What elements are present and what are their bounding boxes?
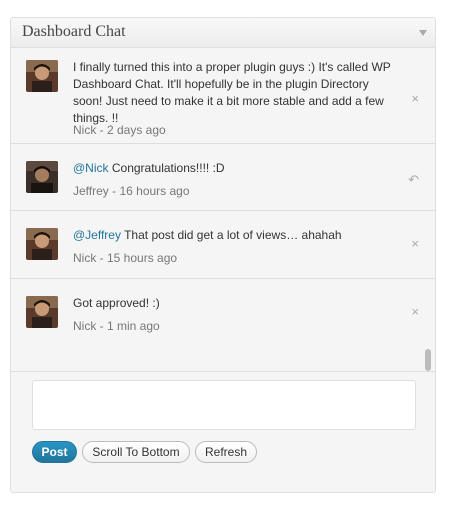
chat-message: @Jeffrey That post did get a lot of view… [11,211,435,279]
message-body: Congratulations!!!! :D [108,161,225,175]
message-text: @Jeffrey That post did get a lot of view… [73,227,393,244]
post-button[interactable]: Post [32,441,77,463]
message-meta: Nick - 15 hours ago [73,251,178,265]
message-mention-link[interactable]: @Jeffrey [73,228,121,242]
avatar [26,60,58,92]
dashboard-chat-widget: Dashboard Chat I finally turned this int… [10,17,436,493]
scroll-to-bottom-button[interactable]: Scroll To Bottom [82,441,190,463]
message-meta: Nick - 2 days ago [73,123,166,137]
message-body: That post did get a lot of views… ahahah [120,228,342,242]
message-body: Got approved! :) [73,296,160,310]
message-mention-link[interactable]: @Nick [73,161,109,175]
chat-message-input[interactable] [32,380,416,430]
delete-icon[interactable]: × [411,304,419,319]
message-text: @Nick Congratulations!!!! :D [73,160,393,177]
widget-header[interactable]: Dashboard Chat [11,18,435,48]
widget-title: Dashboard Chat [22,23,126,40]
delete-icon[interactable]: × [411,236,419,251]
chat-message: Got approved! :) Nick - 1 min ago × [11,279,435,371]
message-text: Got approved! :) [73,295,393,312]
message-text: I finally turned this into a proper plug… [73,59,393,127]
avatar [26,161,58,193]
refresh-button[interactable]: Refresh [195,441,257,463]
reply-icon[interactable]: ↶ [408,172,419,188]
delete-icon[interactable]: × [411,91,419,106]
chat-message: @Nick Congratulations!!!! :D Jeffrey - 1… [11,144,435,211]
collapse-toggle-icon[interactable] [419,30,427,36]
chat-message: I finally turned this into a proper plug… [11,49,435,144]
message-meta: Nick - 1 min ago [73,319,160,333]
avatar [26,228,58,260]
message-meta: Jeffrey - 16 hours ago [73,184,190,198]
chat-messages-list[interactable]: I finally turned this into a proper plug… [11,49,435,372]
scrollbar-thumb[interactable] [425,349,431,371]
message-body: I finally turned this into a proper plug… [73,60,391,125]
avatar [26,296,58,328]
